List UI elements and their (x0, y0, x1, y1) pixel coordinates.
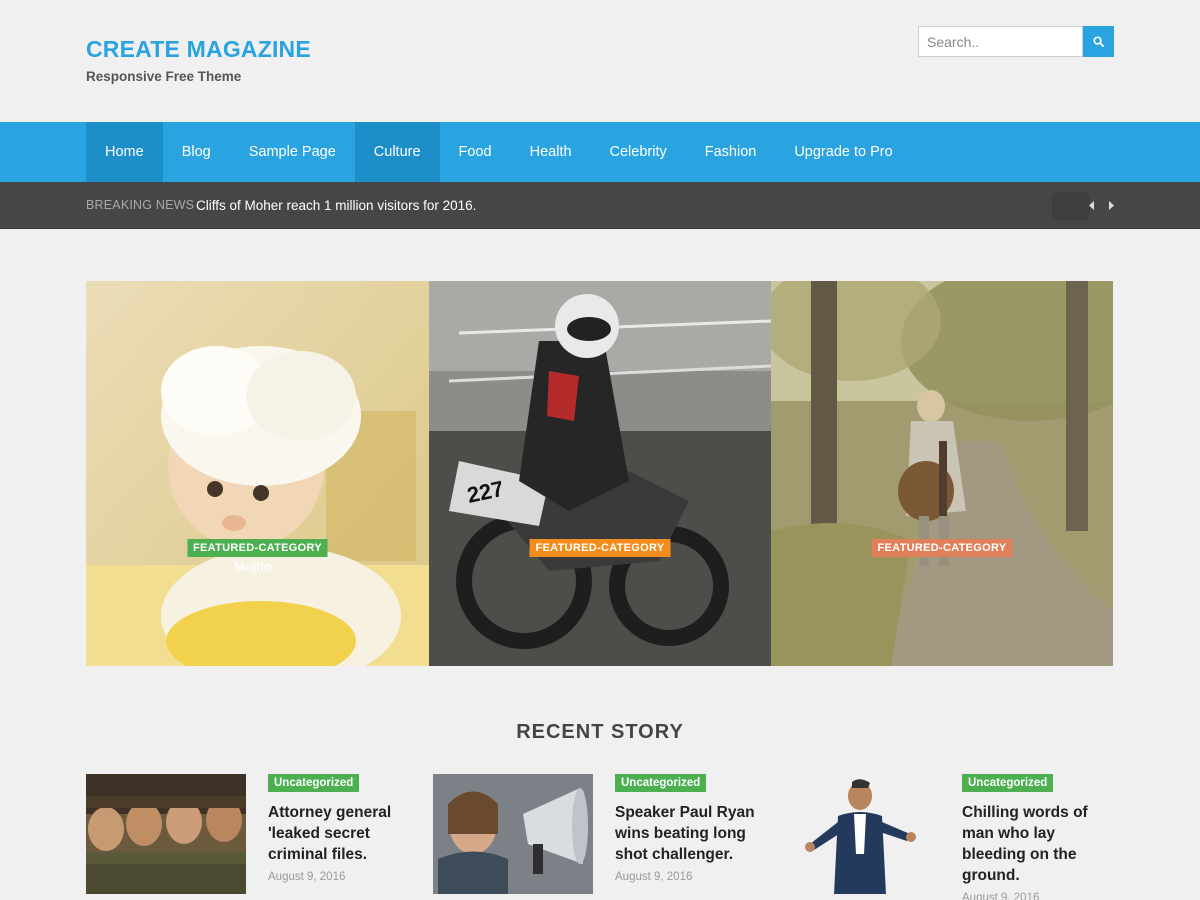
baby-chef-photo (86, 281, 429, 666)
story-date: August 9, 2016 (615, 871, 693, 883)
search-button[interactable] (1083, 26, 1114, 57)
story-thumbnail[interactable] (780, 774, 940, 894)
nav-item-celebrity[interactable]: Celebrity (591, 122, 686, 182)
story-category-tag[interactable]: Uncategorized (268, 774, 360, 792)
story-card: Uncategorized Speaker Paul Ryan wins bea… (433, 774, 773, 900)
site-title[interactable]: CREATE MAGAZINE (86, 36, 311, 63)
featured-category-badge[interactable]: FEATURED-CATEGORY (187, 539, 328, 557)
site-tagline: Responsive Free Theme (86, 69, 242, 84)
nav-list: Home Blog Sample Page Culture Food Healt… (86, 122, 912, 182)
featured-slider: Mojito FEATURED-CATEGORY 227 FEATURED-CA… (86, 281, 1114, 666)
nav-item-food[interactable]: Food (440, 122, 511, 182)
story-category-tag[interactable]: Uncategorized (962, 774, 1054, 792)
man-in-suit-photo (780, 774, 940, 894)
story-thumbnail[interactable] (433, 774, 593, 894)
story-thumbnail[interactable] (86, 774, 246, 894)
story-title[interactable]: Attorney general 'leaked secret criminal… (268, 802, 418, 865)
featured-category-badge[interactable]: FEATURED-CATEGORY (529, 539, 671, 557)
breaking-news-headline[interactable]: Cliffs of Moher reach 1 million visitors… (196, 198, 476, 213)
caret-left-icon (1089, 200, 1094, 210)
search-form (918, 26, 1114, 57)
breaking-news-bar: BREAKING NEWS Cliffs of Moher reach 1 mi… (0, 182, 1200, 229)
story-date: August 9, 2016 (268, 871, 346, 883)
breaking-news-label: BREAKING NEWS (86, 198, 195, 212)
ticker-next-button[interactable] (1104, 198, 1118, 212)
nav-item-upgrade-to-pro[interactable]: Upgrade to Pro (775, 122, 911, 182)
featured-card[interactable]: 227 FEATURED-CATEGORY (429, 281, 771, 666)
story-title[interactable]: Speaker Paul Ryan wins beating long shot… (615, 802, 765, 865)
story-title[interactable]: Chilling words of man who lay bleeding o… (962, 802, 1102, 886)
story-category-tag[interactable]: Uncategorized (615, 774, 707, 792)
megaphone-protest-photo (433, 774, 593, 894)
main-navigation: Home Blog Sample Page Culture Food Healt… (0, 122, 1200, 182)
nav-item-home[interactable]: Home (86, 122, 163, 182)
girl-with-guitar-path-photo (771, 281, 1113, 666)
soldiers-photo (86, 774, 246, 894)
search-input[interactable] (918, 26, 1083, 57)
story-date: August 9, 2016 (962, 892, 1040, 900)
story-card: Uncategorized Chilling words of man who … (780, 774, 1114, 900)
featured-category-badge[interactable]: FEATURED-CATEGORY (871, 539, 1013, 557)
story-card: Uncategorized Attorney general 'leaked s… (86, 774, 426, 900)
nav-item-sample-page[interactable]: Sample Page (230, 122, 355, 182)
nav-item-blog[interactable]: Blog (163, 122, 230, 182)
featured-subtitle: Mojito (234, 559, 273, 574)
caret-right-icon (1109, 200, 1114, 210)
search-icon (1093, 36, 1104, 47)
motocross-rider-photo: 227 (429, 281, 771, 666)
featured-card[interactable]: Mojito FEATURED-CATEGORY (86, 281, 429, 666)
site-header: CREATE MAGAZINE Responsive Free Theme (0, 0, 1200, 122)
nav-item-health[interactable]: Health (511, 122, 591, 182)
featured-card[interactable]: FEATURED-CATEGORY (771, 281, 1113, 666)
ticker-prev-button[interactable] (1085, 198, 1099, 212)
nav-item-fashion[interactable]: Fashion (686, 122, 776, 182)
recent-story-heading: RECENT STORY (516, 721, 684, 743)
nav-item-culture[interactable]: Culture (354, 122, 440, 182)
